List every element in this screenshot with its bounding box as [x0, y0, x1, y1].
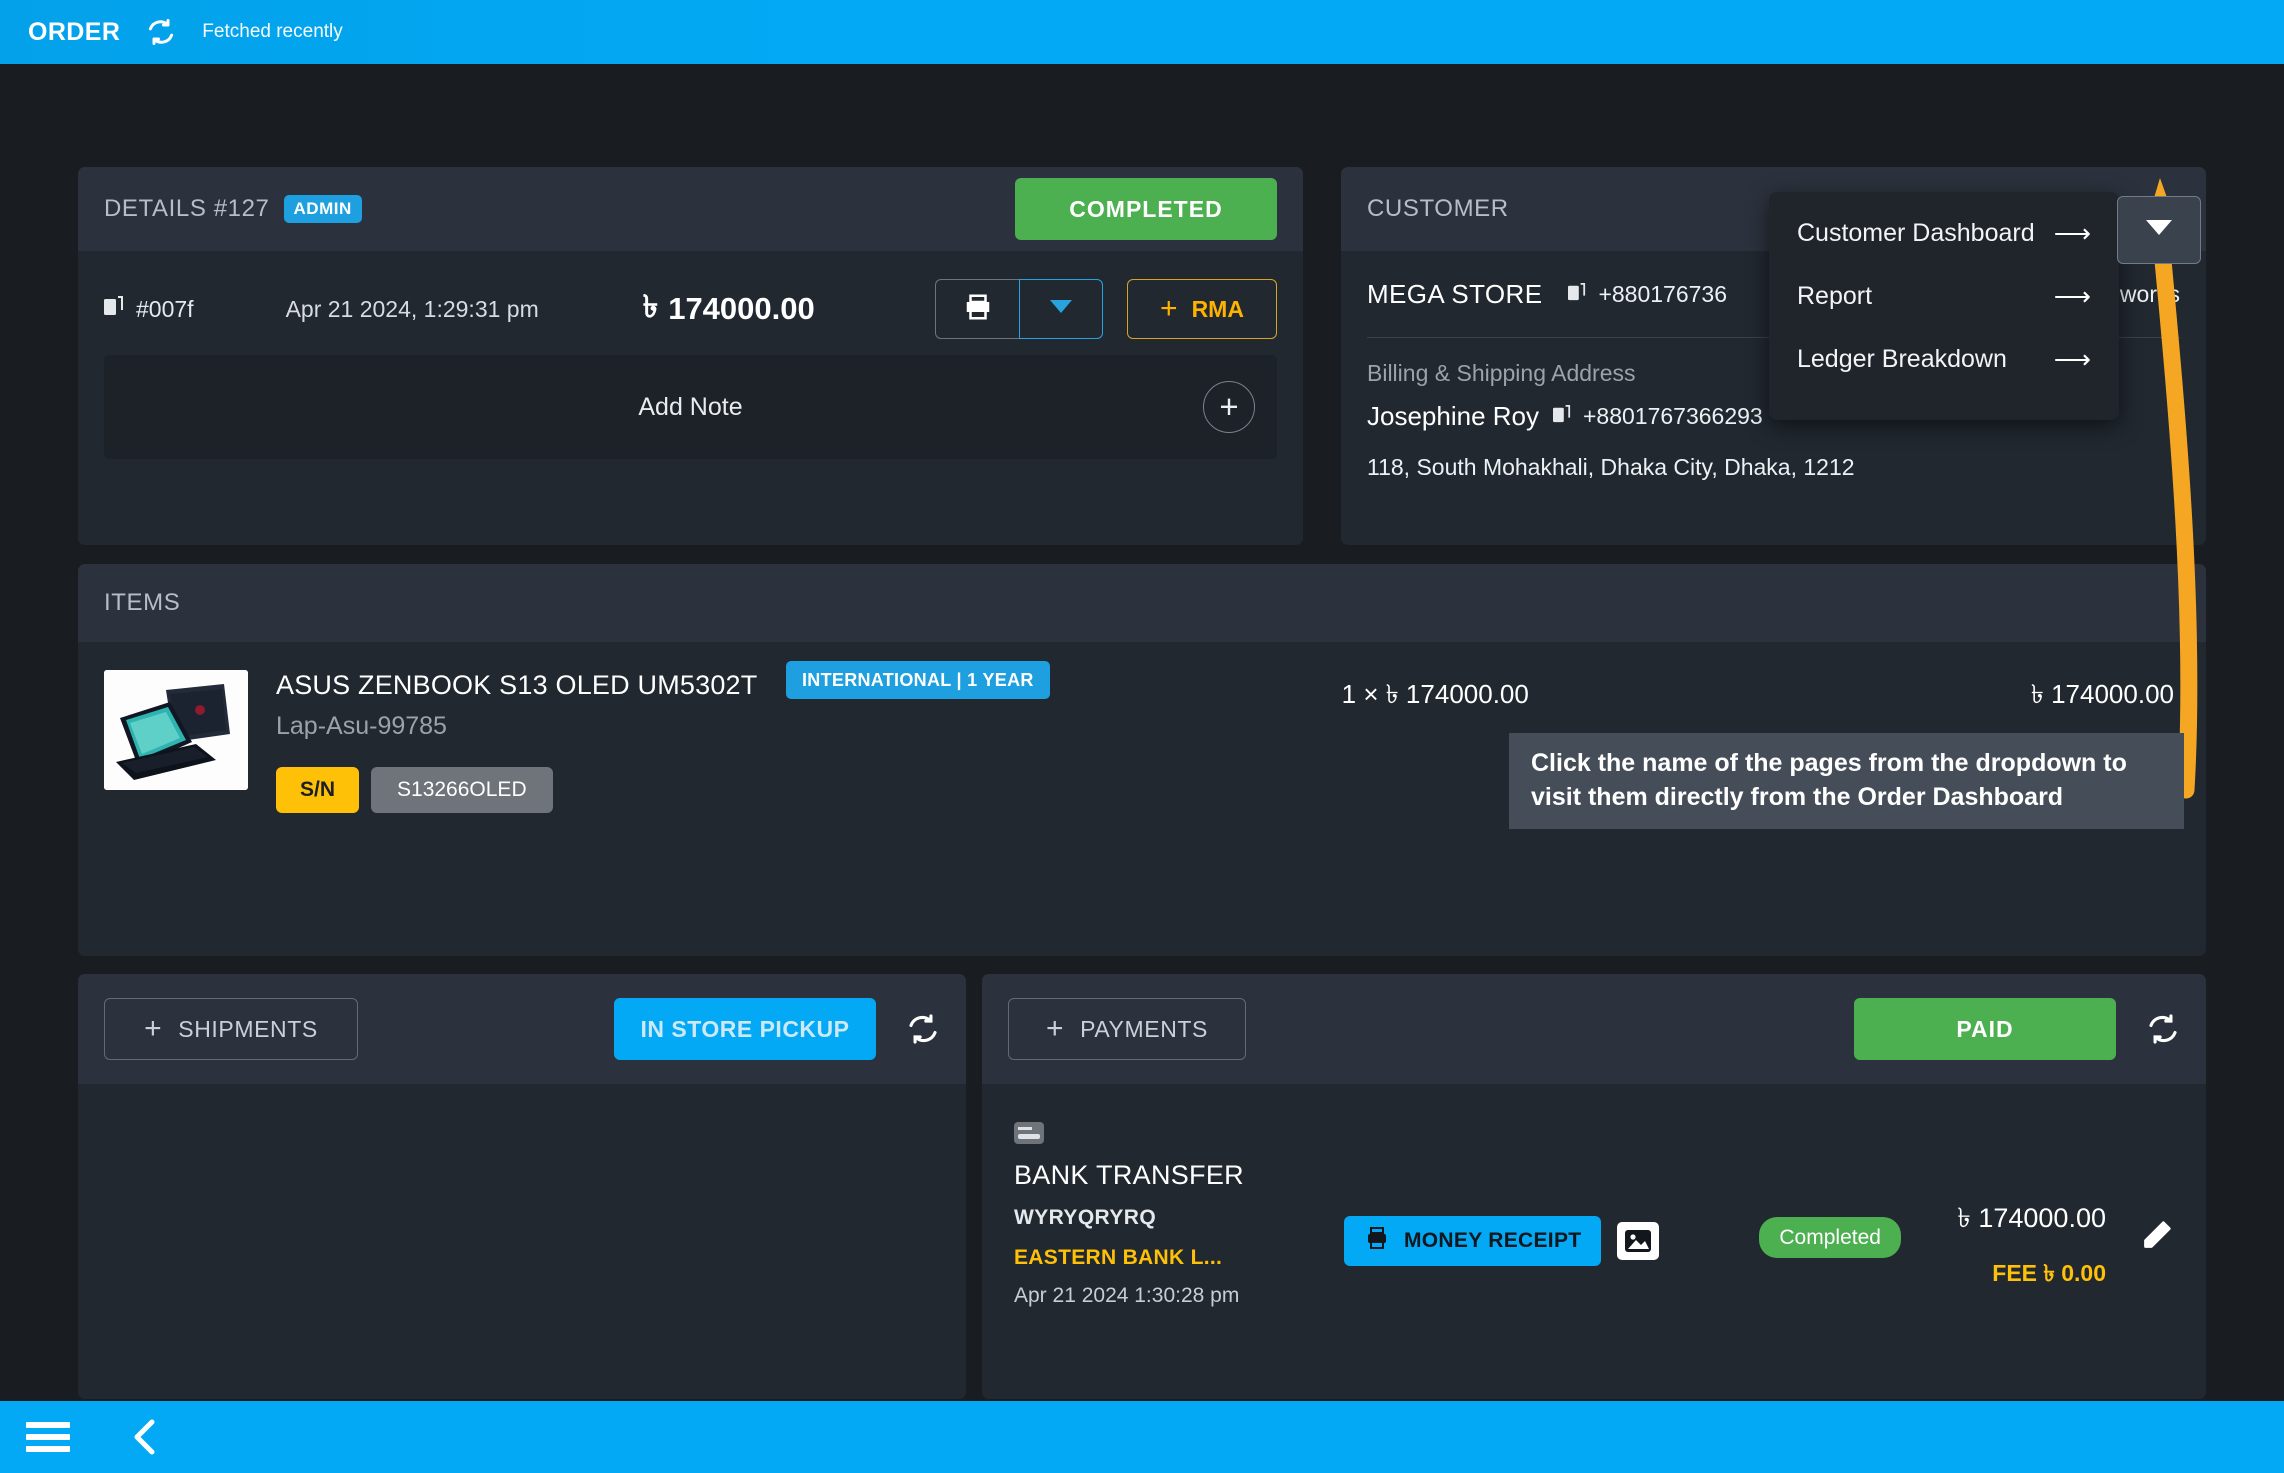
- add-shipment-button[interactable]: + SHIPMENTS: [104, 998, 358, 1060]
- items-title: ITEMS: [104, 589, 181, 616]
- chevron-left-icon[interactable]: [130, 1417, 158, 1457]
- payment-date: Apr 21 2024 1:30:28 pm: [1014, 1284, 1240, 1307]
- hamburger-menu-icon[interactable]: [26, 1422, 70, 1452]
- customer-nav-dropdown-trigger[interactable]: [2117, 196, 2201, 264]
- add-payment-button[interactable]: + PAYMENTS: [1008, 998, 1246, 1060]
- billing-contact-name: Josephine Roy: [1367, 401, 1539, 431]
- details-actions: + RMA: [935, 279, 1277, 339]
- menu-item-customer-dashboard[interactable]: Customer Dashboard ⟶: [1769, 202, 2119, 265]
- card-icon: [1014, 1122, 1044, 1144]
- print-button[interactable]: [935, 279, 1019, 339]
- billing-address-text: 118, South Mohakhali, Dhaka City, Dhaka,…: [1367, 454, 1855, 480]
- payment-bank-name[interactable]: EASTERN BANK L...: [1014, 1246, 1344, 1270]
- payment-row: BANK TRANSFER WYRYQRYRQ EASTERN BANK L..…: [982, 1084, 2206, 1308]
- image-icon[interactable]: [1617, 1222, 1660, 1260]
- sync-icon[interactable]: [146, 17, 176, 47]
- order-amount: ৳ 174000.00: [643, 283, 815, 335]
- caret-down-icon: [2146, 219, 2172, 241]
- arrow-right-icon: ⟶: [2053, 281, 2091, 311]
- payment-fee: FEE ৳ 0.00: [1992, 1260, 2106, 1286]
- top-app-bar: ORDER Fetched recently: [0, 0, 2284, 64]
- details-card-body: #007f Apr 21 2024, 1:29:31 pm ৳ 174000.0…: [78, 251, 1303, 459]
- product-tags: S/N S13266OLED: [276, 767, 776, 813]
- shipments-refresh-icon[interactable]: [906, 1012, 940, 1046]
- billing-contact-phone[interactable]: +8801767366293: [1553, 403, 1763, 430]
- money-receipt-label: MONEY RECEIPT: [1404, 1229, 1582, 1252]
- printer-icon: [963, 292, 993, 327]
- details-title: DETAILS #127: [104, 195, 270, 222]
- admin-badge: ADMIN: [283, 195, 362, 223]
- payment-amount: ৳ 174000.00: [1957, 1203, 2106, 1233]
- copy-icon[interactable]: [104, 295, 124, 323]
- arrow-right-icon: ⟶: [2053, 218, 2091, 248]
- customer-nav-dropdown-menu: Customer Dashboard ⟶ Report ⟶ Ledger Bre…: [1769, 192, 2119, 420]
- product-info: ASUS ZENBOOK S13 OLED UM5302T Lap-Asu-99…: [276, 670, 776, 813]
- copy-icon[interactable]: [1553, 403, 1571, 430]
- customer-title: CUSTOMER: [1367, 195, 1509, 222]
- order-code[interactable]: #007f: [104, 295, 194, 323]
- product-thumbnail: [104, 670, 248, 790]
- menu-item-label: Report: [1797, 282, 1873, 310]
- serial-number-value[interactable]: S13266OLED: [371, 767, 553, 813]
- menu-item-label: Ledger Breakdown: [1797, 345, 2007, 373]
- copy-icon[interactable]: [1568, 281, 1586, 308]
- add-payment-label: PAYMENTS: [1080, 1015, 1209, 1042]
- fetch-status-text: Fetched recently: [202, 21, 343, 42]
- menu-item-ledger-breakdown[interactable]: Ledger Breakdown ⟶: [1769, 328, 2119, 391]
- money-receipt-button[interactable]: MONEY RECEIPT: [1344, 1216, 1602, 1266]
- bottom-app-bar: [0, 1401, 2284, 1473]
- serial-number-label: S/N: [276, 767, 360, 813]
- warranty-badge: INTERNATIONAL | 1 YEAR: [786, 661, 1050, 699]
- caret-down-icon: [1050, 299, 1072, 319]
- items-card-header: ITEMS: [78, 564, 2206, 642]
- print-options-dropdown-button[interactable]: [1019, 279, 1103, 339]
- customer-phone[interactable]: +880176736: [1568, 281, 1727, 308]
- arrow-right-icon: ⟶: [2053, 344, 2091, 374]
- shipments-card: + SHIPMENTS IN STORE PICKUP: [78, 974, 966, 1399]
- add-note-row[interactable]: Add Note +: [104, 355, 1277, 459]
- menu-item-report[interactable]: Report ⟶: [1769, 265, 2119, 328]
- instruction-callout: Click the name of the pages from the dro…: [1509, 733, 2184, 829]
- menu-item-label: Customer Dashboard: [1797, 219, 2035, 247]
- page-title: ORDER: [28, 17, 121, 46]
- customer-store-name[interactable]: MEGA STORE: [1367, 279, 1542, 310]
- payment-status-badge: Completed: [1759, 1217, 1901, 1258]
- order-status-button[interactable]: COMPLETED: [1015, 178, 1277, 240]
- print-split-button: [935, 279, 1103, 339]
- currency-symbol: ৳: [642, 289, 659, 324]
- product-sku: Lap-Asu-99785: [276, 712, 447, 740]
- order-code-text: #007f: [136, 295, 194, 322]
- payments-card-header: + PAYMENTS PAID: [982, 974, 2206, 1084]
- plus-icon: +: [1045, 1012, 1065, 1045]
- order-details-card: DETAILS #127 ADMIN COMPLETED #007f Apr 2…: [78, 167, 1303, 545]
- order-amount-value: 174000.00: [668, 291, 815, 326]
- add-note-label: Add Note: [638, 392, 743, 421]
- order-date: Apr 21 2024, 1:29:31 pm: [285, 295, 539, 322]
- add-shipment-label: SHIPMENTS: [178, 1015, 318, 1042]
- payments-card: + PAYMENTS PAID BANK TRANSFER WYRYQRYRQ …: [982, 974, 2206, 1399]
- plus-icon: +: [144, 1012, 163, 1045]
- shipment-status-button[interactable]: IN STORE PICKUP: [614, 998, 876, 1060]
- billing-contact-phone-text: +8801767366293: [1583, 403, 1763, 429]
- payment-status-button[interactable]: PAID: [1854, 998, 2116, 1060]
- edit-payment-button[interactable]: [2140, 1218, 2174, 1257]
- details-summary-row: #007f Apr 21 2024, 1:29:31 pm ৳ 174000.0…: [104, 267, 1277, 351]
- payment-method-name: BANK TRANSFER: [1014, 1160, 1244, 1190]
- product-unit-price: 1 × ৳ 174000.00: [1341, 679, 1529, 709]
- customer-phone-text: +880176736: [1598, 280, 1728, 307]
- warranty-tag-wrap: INTERNATIONAL | 1 YEAR: [786, 661, 1050, 699]
- payment-reference: WYRYQRYRQ: [1014, 1206, 1157, 1229]
- product-title[interactable]: ASUS ZENBOOK S13 OLED UM5302T: [276, 670, 776, 701]
- details-card-header: DETAILS #127 ADMIN COMPLETED: [78, 167, 1303, 251]
- order-dashboard-page: ORDER Fetched recently DETAILS #127 ADMI…: [0, 0, 2284, 1473]
- add-note-button[interactable]: +: [1203, 381, 1255, 433]
- add-rma-button[interactable]: + RMA: [1127, 279, 1277, 339]
- rma-label: RMA: [1191, 295, 1244, 322]
- plus-icon: +: [1160, 292, 1178, 325]
- printer-icon: [1364, 1226, 1390, 1256]
- payments-refresh-icon[interactable]: [2146, 1012, 2180, 1046]
- product-line-total: ৳ 174000.00: [2030, 679, 2174, 709]
- shipments-card-header: + SHIPMENTS IN STORE PICKUP: [78, 974, 966, 1084]
